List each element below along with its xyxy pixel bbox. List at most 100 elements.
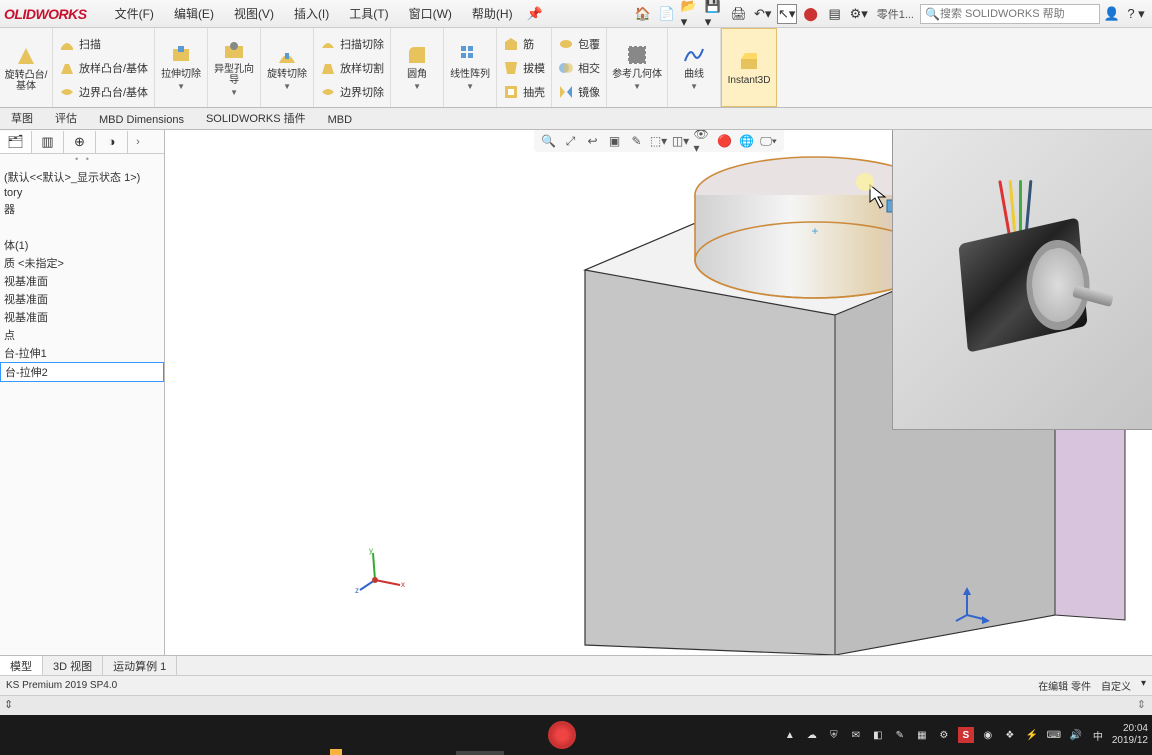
tree-right-plane[interactable]: 视基准面	[0, 308, 164, 326]
menu-window[interactable]: 窗口(W)	[399, 3, 462, 24]
tray-mail-icon[interactable]: ✉	[848, 727, 864, 743]
shell-button[interactable]: 抽壳	[499, 80, 549, 104]
tray-power-icon[interactable]: ⚡	[1024, 727, 1040, 743]
tab-evaluate[interactable]: 评估	[44, 106, 88, 129]
menu-tools[interactable]: 工具(T)	[339, 3, 398, 24]
boundary-boss-button[interactable]: 边界凸台/基体	[55, 80, 152, 104]
new-doc-icon[interactable]: 📄	[657, 4, 677, 24]
menu-file[interactable]: 文件(F)	[105, 3, 164, 24]
taskbar-app-indicator[interactable]	[330, 749, 342, 755]
settings-icon[interactable]: ⚙▾	[849, 4, 869, 24]
menu-edit[interactable]: 编辑(E)	[164, 3, 224, 24]
tree-solid-bodies[interactable]: 体(1)	[0, 236, 164, 254]
document-name: 零件1...	[877, 6, 914, 22]
revolve-cut-button[interactable]: 旋转切除▼	[263, 41, 311, 94]
tree-origin[interactable]: 点	[0, 326, 164, 344]
window-resize-bar[interactable]: ⇕	[0, 695, 1152, 715]
menu-help[interactable]: 帮助(H)	[462, 3, 523, 24]
tray-cloud-icon[interactable]: ☁	[804, 727, 820, 743]
tree-history[interactable]: tory	[0, 186, 164, 200]
tree-front-plane[interactable]: 视基准面	[0, 272, 164, 290]
linear-pattern-button[interactable]: 线性阵列▼	[446, 41, 494, 94]
intersect-button[interactable]: 相交	[554, 56, 604, 80]
rib-button[interactable]: 筋	[499, 32, 549, 56]
select-icon[interactable]: ↖▾	[777, 4, 797, 24]
record-button[interactable]	[548, 721, 576, 749]
wrap-button[interactable]: 包覆	[554, 32, 604, 56]
mirror-button[interactable]: 镜像	[554, 80, 604, 104]
pin-icon[interactable]: 📌	[525, 4, 545, 24]
system-tray: ▲ ☁ ⛨ ✉ ◧ ✎ ▦ ⚙ S ◉ ❖ ⚡ ⌨ 🔊 中 20:04 2019…	[782, 723, 1148, 747]
taskbar-clock[interactable]: 20:04 2019/12	[1112, 723, 1148, 747]
taskbar-app-indicator-2[interactable]	[456, 751, 504, 755]
tab-motion-study[interactable]: 运动算例 1	[103, 656, 177, 675]
rebuild-icon[interactable]: ⬤	[801, 4, 821, 24]
tray-expand-icon[interactable]: ▲	[782, 727, 798, 743]
graphics-viewport[interactable]: 🔍 ⤢ ↩ ▣ ✎ ⬚▾ ◫▾ 👁▾ 🔴 🌐 🖵▾	[165, 130, 1152, 655]
boundary-cut-button[interactable]: 边界切除	[316, 80, 388, 104]
tree-config[interactable]: (默认<<默认>_显示状态 1>)	[0, 168, 164, 186]
draft-button[interactable]: 拔模	[499, 56, 549, 80]
ref-geometry-button[interactable]: 参考几何体▼	[609, 41, 665, 94]
tray-solidworks-icon[interactable]: S	[958, 727, 974, 743]
tab-mbd-dimensions[interactable]: MBD Dimensions	[88, 110, 195, 129]
expand-tree-icon[interactable]: ›	[128, 136, 148, 148]
hole-wizard-button[interactable]: 异型孔向导▼	[210, 36, 258, 100]
feature-manager-tab[interactable]: 🗂	[0, 131, 32, 153]
camera-triad[interactable]	[952, 585, 992, 625]
tab-sketch[interactable]: 草图	[0, 106, 44, 129]
tab-plugins[interactable]: SOLIDWORKS 插件	[195, 106, 317, 129]
menu-insert[interactable]: 插入(I)	[284, 3, 339, 24]
search-input[interactable]	[940, 8, 1095, 20]
tray-ime-keyboard-icon[interactable]: ⌨	[1046, 727, 1062, 743]
tab-mbd[interactable]: MBD	[317, 110, 363, 129]
help-icon[interactable]: ? ▾	[1126, 4, 1146, 24]
config-manager-tab[interactable]: ⊕	[64, 131, 96, 153]
extrude-cut-button[interactable]: 拉伸切除▼	[157, 41, 205, 94]
options-list-icon[interactable]: ▤	[825, 4, 845, 24]
status-dropdown-icon[interactable]: ▾	[1141, 678, 1146, 693]
sweep-cut-button[interactable]: 扫描切除	[316, 32, 388, 56]
curves-button[interactable]: 曲线▼	[670, 41, 718, 94]
status-custom[interactable]: 自定义	[1101, 678, 1131, 693]
tray-app6-icon[interactable]: ❖	[1002, 727, 1018, 743]
status-version: KS Premium 2019 SP4.0	[6, 680, 117, 691]
tray-ime-indicator[interactable]: 中	[1090, 727, 1106, 743]
loft-boss-button[interactable]: 放样凸台/基体	[55, 56, 152, 80]
dimxpert-tab[interactable]: ◑	[96, 131, 128, 153]
tree-extrude1[interactable]: 台-拉伸1	[0, 344, 164, 362]
tab-3d-view[interactable]: 3D 视图	[43, 656, 103, 675]
help-search[interactable]: 🔍	[920, 4, 1100, 24]
tray-volume-icon[interactable]: 🔊	[1068, 727, 1084, 743]
svg-text:z: z	[355, 586, 359, 595]
tab-model[interactable]: 模型	[0, 656, 43, 675]
fillet-button[interactable]: 圆角▼	[393, 41, 441, 94]
tree-annotations[interactable]	[0, 218, 164, 236]
menu-view[interactable]: 视图(V)	[224, 3, 284, 24]
tray-app3-icon[interactable]: ▦	[914, 727, 930, 743]
sweep-button[interactable]: 扫描	[55, 32, 152, 56]
tray-app5-icon[interactable]: ◉	[980, 727, 996, 743]
origin-triad: x y z	[355, 545, 405, 595]
open-icon[interactable]: 📂▾	[681, 4, 701, 24]
print-icon[interactable]: 🖨	[729, 4, 749, 24]
undo-icon[interactable]: ↶▾	[753, 4, 773, 24]
tree-sensors[interactable]: 器	[0, 200, 164, 218]
tray-app4-icon[interactable]: ⚙	[936, 727, 952, 743]
tray-app1-icon[interactable]: ◧	[870, 727, 886, 743]
save-icon[interactable]: 💾▾	[705, 4, 725, 24]
search-icon: 🔍	[925, 7, 940, 21]
tree-material[interactable]: 质 <未指定>	[0, 254, 164, 272]
tree-extrude2[interactable]: 台-拉伸2	[0, 362, 164, 382]
user-icon[interactable]: 👤	[1102, 4, 1122, 24]
tray-defender-icon[interactable]: ⛨	[826, 727, 842, 743]
home-icon[interactable]: 🏠	[633, 4, 653, 24]
loft-cut-button[interactable]: 放样切割	[316, 56, 388, 80]
tree-top-plane[interactable]: 视基准面	[0, 290, 164, 308]
tray-app2-icon[interactable]: ✎	[892, 727, 908, 743]
property-manager-tab[interactable]: ▥	[32, 131, 64, 153]
reference-image-inset	[892, 130, 1152, 430]
revolve-boss-button[interactable]: 旋转凸台/基体	[2, 42, 50, 94]
tree-split-handle[interactable]: • •	[0, 154, 164, 166]
instant3d-button[interactable]: Instant3D	[721, 28, 777, 107]
